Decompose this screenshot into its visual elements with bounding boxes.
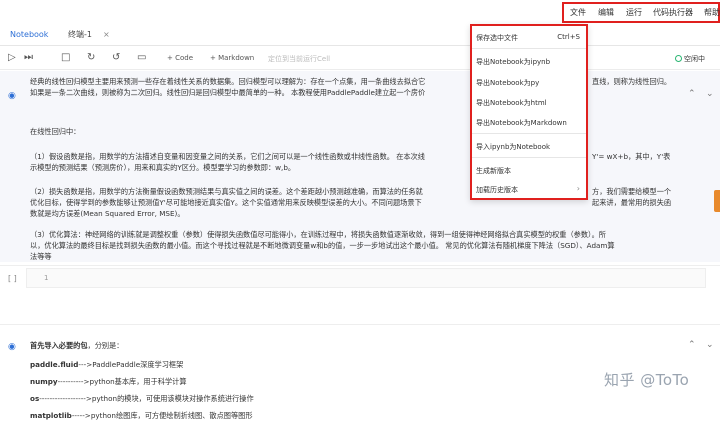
markdown-text-line: 以，优化算法的最终目标是找到损失函数的最小值。而这个寻找过程就是不断地微调变量w…	[30, 241, 615, 250]
package-detail: ----->python绘图库，可方便绘制折线图、散点图等图形	[71, 411, 253, 420]
watermark: 知乎 @ToTo	[604, 371, 690, 389]
code-cell[interactable]: [ ] 1	[0, 265, 720, 325]
tab-notebook[interactable]: Notebook	[10, 24, 48, 46]
package-name: numpy	[30, 377, 58, 386]
run-all-icon[interactable]: ⏭	[24, 52, 33, 64]
menu-item-save[interactable]: 保存选中文件	[476, 33, 518, 43]
package-detail: --->PaddlePaddle深度学习框架	[78, 360, 184, 369]
menu-run[interactable]: 运行	[626, 7, 642, 18]
side-scroll-tab[interactable]	[714, 190, 720, 212]
package-detail: ------------------>python的模块，可使用该模块对操作系统…	[39, 394, 254, 403]
kernel-status-icon	[675, 55, 682, 62]
menu-item-export-markdown[interactable]: 导出Notebook为Markdown	[476, 118, 567, 128]
markdown-text-line: 在线性回归中：	[30, 127, 81, 136]
chevron-down-icon[interactable]: ⌄	[706, 89, 714, 99]
add-markdown-button[interactable]: + Markdown	[210, 54, 254, 62]
package-description: 首先导入必要的包，分别是：	[30, 340, 123, 351]
stop-icon[interactable]: □	[61, 52, 70, 64]
package-description: os------------------>python的模块，可使用该模块对操作…	[30, 393, 254, 404]
save-icon[interactable]: ▭	[137, 52, 146, 64]
menu-help[interactable]: 帮助	[704, 7, 720, 18]
notebook-toolbar: ▷ ⏭ □ ↻ ↺ ▭ + Code + Markdown 定位到当前运行Cel…	[0, 46, 720, 70]
menu-divider	[472, 157, 586, 158]
menu-divider	[472, 133, 586, 134]
locate-cell-button[interactable]: 定位到当前运行Cell	[268, 54, 330, 64]
package-detail: ，分别是：	[87, 341, 124, 350]
restart-run-icon[interactable]: ↺	[112, 52, 120, 64]
menu-item-load-history[interactable]: 加载历史版本	[476, 185, 518, 195]
tab-bar: Notebook 终端-1 ×	[0, 24, 720, 46]
markdown-text-line: （1）假设函数是指，用数学的方法描述自变量和因变量之间的关系，它们之间可以是一个…	[30, 152, 425, 161]
execution-count: [ ]	[8, 274, 17, 283]
package-name: os	[30, 394, 40, 403]
markdown-cell-1[interactable]: ◉ ⌃ ⌄ 经典的线性回归模型主要用来预测一些存在着线性关系的数据集。回归模型可…	[0, 71, 720, 262]
package-name: paddle.fluid	[30, 360, 79, 369]
eye-icon[interactable]: ◉	[8, 342, 16, 352]
menu-divider	[472, 48, 586, 49]
add-code-button[interactable]: + Code	[167, 54, 193, 62]
chevron-down-icon[interactable]: ⌄	[706, 340, 714, 350]
markdown-text-line: 经典的线性回归模型主要用来预测一些存在着线性关系的数据集。回归模型可以理解为：存…	[30, 77, 426, 86]
markdown-text-line: （2）损失函数是指，用数学的方法衡量假设函数预测结果与真实值之间的误差。这个差距…	[30, 187, 423, 196]
markdown-text-line: 优化目标，使得学到的参数能够让预测值Y'尽可能地接近真实值Y。这个实值通常用来反…	[30, 198, 422, 207]
save-shortcut: Ctrl+S	[557, 33, 580, 41]
markdown-text-line: 法等等	[30, 252, 52, 261]
file-menu-dropdown: 保存选中文件 Ctrl+S 导出Notebook为ipynb 导出Noteboo…	[470, 24, 588, 200]
menu-item-new-version[interactable]: 生成新版本	[476, 166, 511, 176]
markdown-text-fragment: Y'= wX+b，其中，Y'表	[592, 152, 671, 161]
menu-item-export-html[interactable]: 导出Notebook为html	[476, 98, 547, 108]
chevron-right-icon: ›	[576, 184, 580, 193]
kernel-status: 空闲中	[684, 55, 705, 63]
menu-item-import-ipynb[interactable]: 导入ipynb为Notebook	[476, 142, 550, 152]
markdown-text-line: （3）优化算法：神经网络的训练就是调整权重（参数）使得损失函数值尽可能得小，在训…	[30, 230, 606, 239]
markdown-text-fragment: 直线，则称为线性回归。	[592, 77, 672, 86]
menu-edit[interactable]: 编辑	[598, 7, 614, 18]
package-name: 首先导入必要的包	[30, 341, 88, 350]
markdown-text-fragment: 起来讲，最常用的损失函	[592, 198, 672, 207]
run-icon[interactable]: ▷	[8, 52, 16, 64]
markdown-text-line: 如果是一条二次曲线，则被称为二次回归。线性回归是回归模型中最简单的一种。 本教程…	[30, 88, 426, 97]
tab-close-icon[interactable]: ×	[103, 24, 110, 46]
markdown-text-line: 示模型的预测结果（预测房价），用来和真实的Y区分。模型要学习的参数即：w,b。	[30, 163, 296, 172]
markdown-text-fragment: 方，我们需要给模型一个	[592, 187, 672, 196]
chevron-up-icon[interactable]: ⌃	[688, 89, 696, 99]
menu-kernel[interactable]: 代码执行器	[653, 7, 693, 18]
eye-icon[interactable]: ◉	[8, 91, 16, 101]
menu-item-export-ipynb[interactable]: 导出Notebook为ipynb	[476, 57, 550, 67]
code-editor[interactable]	[26, 268, 706, 288]
line-number: 1	[44, 274, 49, 282]
tab-terminal[interactable]: 终端-1	[68, 24, 92, 46]
restart-icon[interactable]: ↻	[87, 52, 95, 64]
chevron-up-icon[interactable]: ⌃	[688, 340, 696, 350]
package-name: matplotlib	[30, 411, 72, 420]
package-description: numpy---------->python基本库，用于科学计算	[30, 376, 187, 387]
menu-file[interactable]: 文件	[570, 7, 586, 18]
markdown-text-line: 数就是均方误差(Mean Squared Error, MSE)。	[30, 209, 185, 218]
package-detail: ---------->python基本库，用于科学计算	[57, 377, 187, 386]
menu-bar: 文件 编辑 运行 代码执行器 帮助	[0, 0, 720, 24]
menu-item-export-py[interactable]: 导出Notebook为py	[476, 78, 539, 88]
package-description: paddle.fluid--->PaddlePaddle深度学习框架	[30, 359, 183, 370]
package-description: matplotlib----->python绘图库，可方便绘制折线图、散点图等图…	[30, 410, 253, 421]
